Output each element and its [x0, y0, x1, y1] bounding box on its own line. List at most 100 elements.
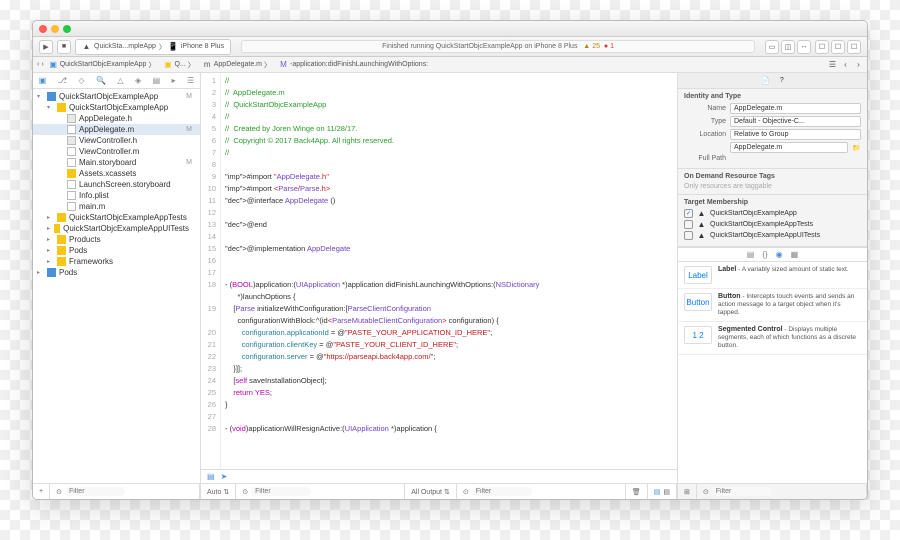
debug-navigator-tab[interactable]: ▤ — [153, 76, 161, 85]
version-editor-button[interactable]: ↔ — [797, 40, 811, 54]
maximize-button[interactable] — [63, 25, 71, 33]
tree-node[interactable]: ▸Pods — [33, 267, 200, 278]
method-dropdown-icon[interactable]: ▤ — [207, 472, 215, 481]
issue-navigator-tab[interactable]: △ — [117, 76, 123, 85]
tree-node[interactable]: ▸Frameworks — [33, 256, 200, 267]
file-icon — [67, 158, 76, 167]
tree-node[interactable]: AppDelegate.mM — [33, 124, 200, 135]
location-dropdown[interactable]: Relative to Group — [730, 129, 861, 140]
jump-to-symbol-icon[interactable]: ➤ — [221, 472, 228, 481]
library-filter-input[interactable] — [712, 487, 772, 496]
show-variables-button[interactable]: ▤ — [654, 488, 661, 496]
library-item[interactable]: 1 2Segmented Control - Displays multiple… — [678, 322, 867, 355]
auto-variables-button[interactable]: Auto ⇅ — [207, 488, 229, 496]
test-navigator-tab[interactable]: ◈ — [135, 76, 141, 85]
variables-filter-input[interactable] — [251, 487, 311, 496]
clear-console-button[interactable]: 🗑 — [632, 488, 641, 496]
console-filter-input[interactable] — [472, 487, 532, 496]
toggle-navigator-button[interactable]: ☐ — [815, 40, 829, 54]
report-navigator-tab[interactable]: ☰ — [187, 76, 194, 85]
source-control-tab[interactable]: ⎇ — [58, 76, 67, 85]
disclosure-icon[interactable]: ▸ — [47, 225, 51, 232]
node-label: main.m — [79, 202, 105, 211]
minimize-button[interactable] — [51, 25, 59, 33]
filter-icon: ⊙ — [242, 488, 248, 496]
jump-back-button[interactable]: ‹ — [37, 61, 39, 68]
tree-node[interactable]: Assets.xcassets — [33, 168, 200, 179]
tree-node[interactable]: Info.plist — [33, 190, 200, 201]
code-snippet-tab[interactable]: {} — [762, 250, 767, 259]
error-icon[interactable]: ● — [604, 43, 608, 50]
disclosure-icon[interactable]: ▸ — [47, 236, 54, 243]
name-field[interactable]: AppDelegate.m — [730, 103, 861, 114]
quick-help-tab[interactable]: ? — [780, 77, 784, 84]
file-icon — [67, 114, 76, 123]
toggle-debug-button[interactable]: ☐ — [831, 40, 845, 54]
tree-node[interactable]: ▾QuickStartObjcExampleAppM — [33, 91, 200, 102]
breakpoint-navigator-tab[interactable]: ▸ — [172, 76, 176, 85]
show-console-button[interactable]: ▤ — [663, 488, 670, 496]
library-item[interactable]: ButtonButton - Intercepts touch events a… — [678, 289, 867, 322]
file-template-tab[interactable]: ▤ — [747, 250, 755, 259]
library-view-icon[interactable]: ⊞ — [684, 488, 690, 496]
method-icon: M — [279, 60, 288, 69]
jump-forward-button[interactable]: › — [41, 61, 43, 68]
library-item[interactable]: LabelLabel - A variably sized amount of … — [678, 262, 867, 289]
tree-node[interactable]: ▸QuickStartObjcExampleAppUITests — [33, 223, 200, 234]
toggle-inspector-button[interactable]: ☐ — [847, 40, 861, 54]
file-inspector-tab[interactable]: 📄 — [761, 77, 770, 85]
navigator-filter-input[interactable] — [65, 487, 125, 496]
jump-next-icon[interactable]: › — [854, 60, 863, 69]
code-editor[interactable]: 1234567891011121314151617181920212223242… — [201, 73, 677, 469]
disclosure-icon[interactable]: ▾ — [47, 104, 54, 111]
media-library-tab[interactable]: ▦ — [791, 250, 799, 259]
tree-node[interactable]: ▸QuickStartObjcExampleAppTests — [33, 212, 200, 223]
stop-button[interactable]: ■ — [57, 40, 71, 54]
disclosure-icon[interactable]: ▸ — [47, 258, 54, 265]
tree-node[interactable]: ViewController.m — [33, 146, 200, 157]
tree-node[interactable]: ▾QuickStartObjcExampleApp — [33, 102, 200, 113]
code-lines[interactable]: //// AppDelegate.m// QuickStartObjcExamp… — [221, 73, 677, 469]
editor-breadcrumb-bottom: ▤ ➤ — [201, 469, 677, 483]
tree-node[interactable]: AppDelegate.h — [33, 113, 200, 124]
related-items-icon[interactable]: ☰ — [828, 60, 837, 69]
tree-node[interactable]: main.m — [33, 201, 200, 212]
tree-node[interactable]: ▸Products — [33, 234, 200, 245]
standard-editor-button[interactable]: ▭ — [765, 40, 779, 54]
tree-node[interactable]: Main.storyboardM — [33, 157, 200, 168]
project-tree[interactable]: ▾QuickStartObjcExampleAppM▾QuickStartObj… — [33, 89, 200, 483]
warning-icon[interactable]: ▲ — [583, 43, 590, 50]
disclosure-icon[interactable]: ▸ — [47, 247, 54, 254]
disclosure-icon[interactable]: ▸ — [47, 214, 54, 221]
symbol-navigator-tab[interactable]: ◇ — [78, 76, 84, 85]
object-library-tab[interactable]: ◉ — [776, 250, 783, 259]
disclosure-icon[interactable]: ▸ — [37, 269, 44, 276]
jump-segment-project[interactable]: ▣QuickStartObjcExampleApp〉 — [46, 60, 159, 70]
tree-node[interactable]: ▸Pods — [33, 245, 200, 256]
run-button[interactable]: ▶ — [39, 40, 53, 54]
target-checkbox[interactable] — [684, 220, 693, 229]
type-dropdown[interactable]: Default - Objective-C... — [730, 116, 861, 127]
assistant-editor-button[interactable]: ◫ — [781, 40, 795, 54]
find-navigator-tab[interactable]: 🔍 — [96, 76, 106, 85]
all-output-button[interactable]: All Output ⇅ — [411, 488, 450, 496]
scm-status: M — [186, 93, 196, 100]
target-checkbox[interactable]: ✓ — [684, 209, 693, 218]
node-label: ViewController.h — [79, 136, 137, 145]
jump-prev-icon[interactable]: ‹ — [841, 60, 850, 69]
disclosure-icon[interactable]: ▾ — [37, 93, 44, 100]
choose-folder-icon[interactable]: 📁 — [852, 144, 861, 152]
jump-segment-method[interactable]: M-application:didFinishLaunchingWithOpti… — [276, 60, 431, 69]
project-navigator-tab[interactable]: ▣ — [39, 76, 47, 85]
node-label: LaunchScreen.storyboard — [79, 180, 171, 189]
close-button[interactable] — [39, 25, 47, 33]
add-button[interactable]: + — [39, 488, 43, 495]
tree-node[interactable]: ViewController.h — [33, 135, 200, 146]
file-icon — [47, 268, 56, 277]
jump-segment-group[interactable]: ▣Q...〉 — [160, 60, 197, 70]
target-checkbox[interactable] — [684, 231, 693, 240]
activity-status: Finished running QuickStartObjcExampleAp… — [241, 40, 755, 53]
tree-node[interactable]: LaunchScreen.storyboard — [33, 179, 200, 190]
jump-segment-file[interactable]: mAppDelegate.m〉 — [200, 60, 274, 70]
scheme-selector[interactable]: ▲ QuickSta...mpleApp 〉 📱 iPhone 8 Plus — [75, 39, 231, 55]
